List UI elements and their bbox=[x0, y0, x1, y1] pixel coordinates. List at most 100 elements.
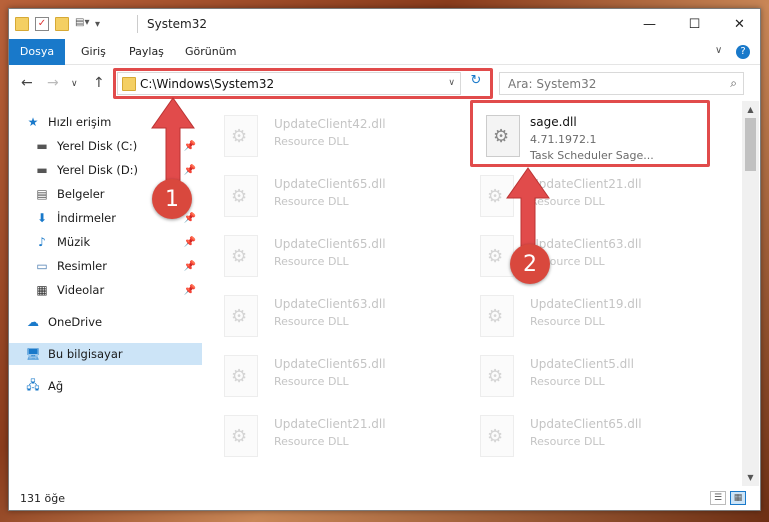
file-type: Resource DLL bbox=[274, 315, 349, 328]
file-tile[interactable]: UpdateClient5.dll Resource DLL bbox=[458, 349, 698, 405]
dll-file-icon bbox=[224, 235, 258, 277]
status-bar: 131 öğe ☰ ▦ bbox=[9, 486, 760, 510]
file-name: UpdateClient65.dll bbox=[274, 177, 386, 191]
sidebar-item-label: Müzik bbox=[57, 235, 91, 249]
dll-file-icon bbox=[224, 415, 258, 457]
file-name: UpdateClient42.dll bbox=[274, 117, 386, 131]
back-arrow-icon[interactable]: ← bbox=[21, 75, 33, 91]
network-icon: 🖧 bbox=[26, 377, 40, 392]
download-icon: ⬇ bbox=[36, 211, 48, 225]
file-highlight-box bbox=[470, 100, 710, 167]
search-icon[interactable]: ⌕ bbox=[730, 76, 737, 91]
file-type: Resource DLL bbox=[274, 435, 349, 448]
tab-home[interactable]: Giriş bbox=[71, 39, 116, 65]
maximize-button[interactable]: ☐ bbox=[672, 9, 717, 39]
file-tile[interactable]: UpdateClient21.dll Resource DLL bbox=[202, 409, 442, 465]
computer-icon: 🖥 bbox=[25, 347, 41, 361]
file-tile[interactable]: UpdateClient42.dll Resource DLL bbox=[202, 109, 442, 165]
details-view-icon[interactable]: ☰ bbox=[710, 491, 726, 505]
new-folder-icon[interactable] bbox=[55, 17, 69, 31]
folder-icon[interactable] bbox=[15, 17, 29, 31]
item-count: 131 öğe bbox=[20, 492, 65, 505]
pin-icon[interactable]: 📌 bbox=[184, 237, 196, 248]
pin-icon[interactable]: 📌 bbox=[184, 261, 196, 272]
tab-share[interactable]: Paylaş bbox=[119, 39, 174, 65]
sidebar-item-label: Yerel Disk (C:) bbox=[57, 139, 138, 153]
file-tile[interactable]: UpdateClient63.dll Resource DLL bbox=[458, 229, 698, 285]
customize-icon[interactable]: ▤▾ bbox=[75, 17, 89, 31]
file-type: Resource DLL bbox=[530, 375, 605, 388]
dll-file-icon bbox=[224, 175, 258, 217]
sidebar-item-network[interactable]: 🖧 Ağ bbox=[9, 375, 202, 397]
file-name: UpdateClient63.dll bbox=[274, 297, 386, 311]
file-tile[interactable]: UpdateClient21.dll Resource DLL bbox=[458, 169, 698, 225]
step-badge-2: 2 bbox=[510, 244, 550, 284]
dll-file-icon bbox=[224, 355, 258, 397]
step-badge-1: 1 bbox=[152, 179, 192, 219]
file-tile[interactable]: UpdateClient65.dll Resource DLL bbox=[202, 349, 442, 405]
sidebar-item-onedrive[interactable]: ☁ OneDrive bbox=[9, 311, 202, 333]
close-button[interactable]: ✕ bbox=[717, 9, 762, 39]
tab-file[interactable]: Dosya bbox=[9, 39, 65, 65]
document-icon: ▤ bbox=[36, 187, 48, 201]
scroll-thumb[interactable] bbox=[745, 118, 756, 171]
tiles-view-icon[interactable]: ▦ bbox=[730, 491, 746, 505]
sidebar-item-label: OneDrive bbox=[48, 315, 103, 329]
file-tile[interactable]: UpdateClient63.dll Resource DLL bbox=[202, 289, 442, 345]
file-type: Resource DLL bbox=[274, 255, 349, 268]
file-tile[interactable]: UpdateClient19.dll Resource DLL bbox=[458, 289, 698, 345]
sidebar-item-label: Hızlı erişim bbox=[48, 115, 112, 129]
forward-arrow-icon[interactable]: → bbox=[47, 75, 59, 91]
properties-icon[interactable]: ✓ bbox=[35, 17, 49, 31]
dll-file-icon bbox=[480, 355, 514, 397]
file-type: Resource DLL bbox=[274, 375, 349, 388]
music-icon: ♪ bbox=[38, 235, 46, 249]
file-type: Resource DLL bbox=[530, 435, 605, 448]
address-row: ← → ∨ ↑ C:\Windows\System32 ∨ ↻ Ara: Sys… bbox=[9, 66, 760, 100]
file-name: UpdateClient65.dll bbox=[274, 357, 386, 371]
chevron-down-icon[interactable]: ▾ bbox=[95, 19, 100, 30]
sidebar-item-label: Videolar bbox=[57, 283, 105, 297]
up-arrow-icon[interactable]: ↑ bbox=[93, 75, 105, 91]
scroll-up-icon[interactable]: ▲ bbox=[742, 101, 759, 118]
quick-access-toolbar: ✓ ▤▾ ▾ bbox=[15, 17, 100, 31]
drive-icon: ▬ bbox=[36, 163, 48, 177]
sidebar-item-label: Resimler bbox=[57, 259, 107, 273]
search-input[interactable]: Ara: System32 ⌕ bbox=[499, 72, 744, 95]
file-tile[interactable]: UpdateClient65.dll Resource DLL bbox=[202, 169, 442, 225]
sidebar-item-label: Belgeler bbox=[57, 187, 105, 201]
file-tile[interactable]: UpdateClient65.dll Resource DLL bbox=[458, 409, 698, 465]
scroll-down-icon[interactable]: ▼ bbox=[742, 469, 759, 486]
file-type: Resource DLL bbox=[530, 315, 605, 328]
arrow-up-icon bbox=[151, 97, 195, 189]
dll-file-icon bbox=[480, 415, 514, 457]
sidebar-item-videos[interactable]: ▦ Videolar 📌 bbox=[9, 279, 202, 301]
search-placeholder: Ara: System32 bbox=[508, 77, 597, 91]
title-bar: ✓ ▤▾ ▾ System32 — ☐ ✕ bbox=[9, 9, 760, 39]
vertical-scrollbar[interactable]: ▲ ▼ bbox=[742, 101, 759, 486]
pin-icon[interactable]: 📌 bbox=[184, 285, 196, 296]
file-name: UpdateClient5.dll bbox=[530, 357, 634, 371]
sidebar-item-this-pc[interactable]: 🖥 Bu bilgisayar bbox=[9, 343, 202, 365]
dll-file-icon bbox=[480, 295, 514, 337]
ribbon-expand-icon[interactable]: ∨ bbox=[715, 45, 722, 56]
refresh-icon[interactable]: ↻ bbox=[467, 73, 485, 93]
dll-file-icon bbox=[224, 115, 258, 157]
sidebar-item-pictures[interactable]: ▭ Resimler 📌 bbox=[9, 255, 202, 277]
tab-view[interactable]: Görünüm bbox=[175, 39, 246, 65]
recent-chevron-icon[interactable]: ∨ bbox=[71, 79, 78, 89]
pin-icon[interactable]: 📌 bbox=[184, 213, 196, 224]
ribbon: Dosya Giriş Paylaş Görünüm ∨ ? bbox=[9, 39, 760, 65]
file-type: Resource DLL bbox=[274, 135, 349, 148]
cloud-icon: ☁ bbox=[27, 315, 39, 329]
minimize-button[interactable]: — bbox=[627, 9, 672, 39]
help-icon[interactable]: ? bbox=[736, 45, 750, 59]
file-tile[interactable]: UpdateClient65.dll Resource DLL bbox=[202, 229, 442, 285]
sidebar-item-music[interactable]: ♪ Müzik 📌 bbox=[9, 231, 202, 253]
file-type: Resource DLL bbox=[274, 195, 349, 208]
explorer-window: ✓ ▤▾ ▾ System32 — ☐ ✕ Dosya Giriş Paylaş… bbox=[8, 8, 761, 511]
video-icon: ▦ bbox=[36, 283, 48, 297]
file-name: UpdateClient21.dll bbox=[274, 417, 386, 431]
drive-icon: ▬ bbox=[36, 139, 48, 153]
dll-file-icon bbox=[224, 295, 258, 337]
